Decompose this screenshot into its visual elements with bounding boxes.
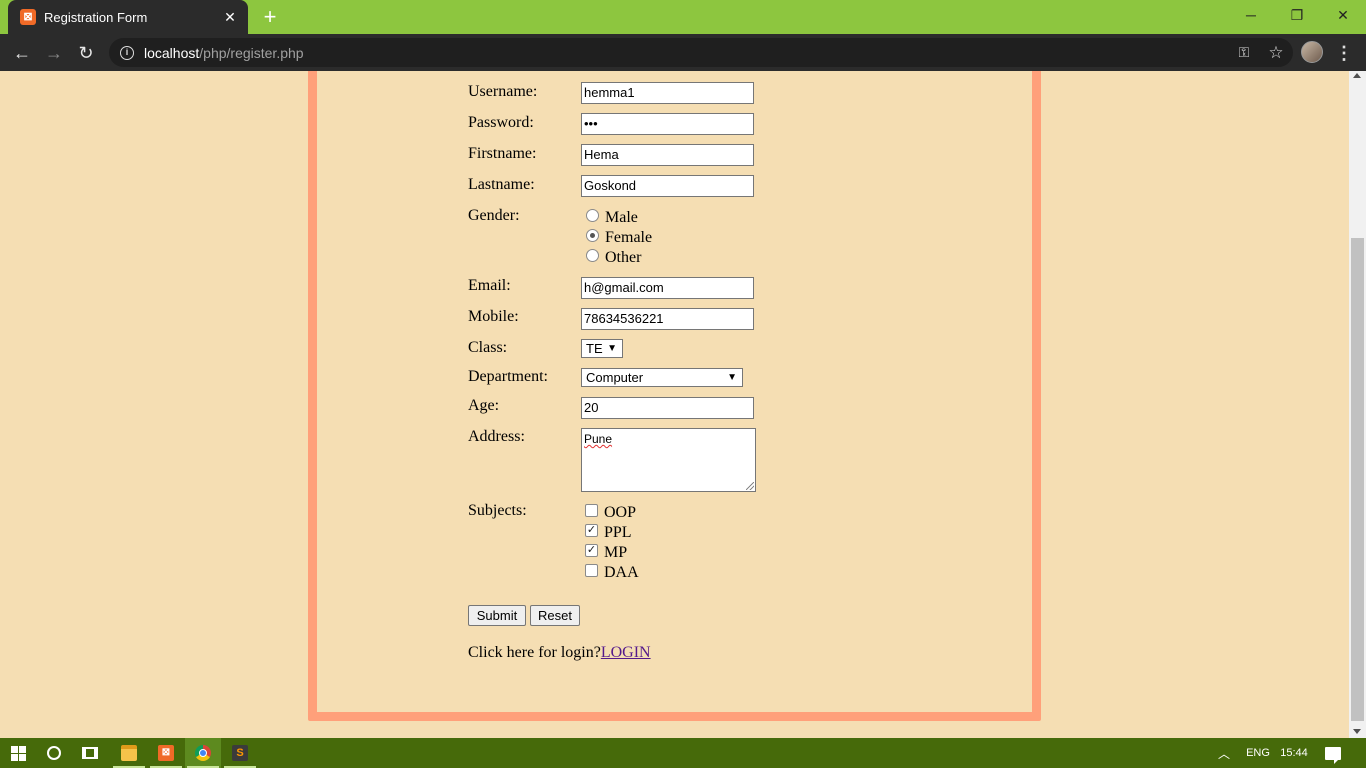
key-icon[interactable]: ⚿ [1229, 44, 1259, 61]
taskbar-clock[interactable]: 15:44 [1278, 738, 1310, 768]
lastname-label: Lastname: [468, 176, 535, 193]
tab-title: Registration Form [44, 9, 148, 25]
department-label: Department: [468, 368, 548, 385]
chrome-icon [195, 745, 211, 761]
form-container [308, 71, 1041, 721]
gender-male-radio[interactable] [586, 209, 599, 222]
browser-tab[interactable]: ⊠ Registration Form ✕ [8, 0, 248, 34]
scrollbar-thumb[interactable] [1351, 238, 1364, 721]
email-label: Email: [468, 277, 511, 294]
firstname-label: Firstname: [468, 145, 537, 162]
gender-label: Gender: [468, 207, 520, 224]
address-bar[interactable]: i localhost/php/register.php ⚿ ☆ [109, 38, 1293, 67]
sublime-text-icon: S [232, 745, 248, 761]
browser-toolbar: ← → ↻ i localhost/php/register.php ⚿ ☆ ⋮ [0, 34, 1366, 71]
gender-male-label: Male [605, 209, 638, 226]
gender-female-label: Female [605, 229, 653, 246]
gender-female-radio[interactable] [586, 229, 599, 242]
page-scrollbar[interactable] [1349, 71, 1366, 738]
address-textarea[interactable]: Pune [581, 428, 756, 492]
window-minimize-button[interactable]: ─ [1228, 0, 1274, 30]
new-tab-button[interactable]: + [256, 3, 284, 31]
window-close-button[interactable]: ✕ [1320, 0, 1366, 30]
login-prompt-text: Click here for login? [468, 644, 601, 661]
sublime-text-taskbar-button[interactable]: S [222, 738, 258, 768]
scroll-down-arrow-icon[interactable] [1353, 729, 1361, 734]
xampp-taskbar-button[interactable]: ⊠ [148, 738, 184, 768]
department-select-value: Computer [586, 370, 644, 385]
site-info-icon[interactable]: i [120, 45, 134, 60]
subject-daa-checkbox[interactable] [585, 564, 598, 577]
login-prompt: Click here for login?LOGIN [468, 644, 651, 662]
url-text[interactable]: localhost/php/register.php [144, 45, 1229, 61]
notification-icon [1325, 746, 1341, 764]
reset-button[interactable]: Reset [530, 605, 580, 626]
window-restore-button[interactable]: ❐ [1274, 0, 1320, 30]
mobile-label: Mobile: [468, 308, 519, 325]
password-input[interactable]: ••• [581, 113, 754, 135]
gender-other-label: Other [605, 249, 642, 266]
chevron-down-icon: ▼ [727, 372, 737, 383]
forward-button[interactable]: → [39, 38, 69, 68]
firstname-input[interactable]: Hema [581, 144, 754, 166]
reload-button[interactable]: ↻ [71, 38, 101, 68]
search-circle-icon [47, 746, 61, 760]
chrome-taskbar-button[interactable] [185, 738, 221, 768]
page-viewport: Username: hemma1 Password: ••• Firstname… [0, 71, 1349, 738]
mobile-input[interactable]: 78634536221 [581, 308, 754, 330]
scroll-up-arrow-icon[interactable] [1353, 73, 1361, 78]
file-explorer-taskbar-button[interactable] [111, 738, 147, 768]
address-label: Address: [468, 428, 525, 445]
action-center-button[interactable] [1318, 738, 1348, 768]
windows-taskbar: ⊠ S ︿ ENG 15:44 [0, 738, 1366, 768]
class-select-value: TE [586, 341, 603, 356]
username-label: Username: [468, 83, 538, 100]
browser-title-bar: ⊠ Registration Form ✕ + ─ ❐ ✕ [0, 0, 1366, 34]
xampp-icon: ⊠ [158, 745, 174, 761]
class-label: Class: [468, 339, 508, 356]
browser-menu-icon[interactable]: ⋮ [1334, 38, 1354, 68]
xampp-favicon-icon: ⊠ [20, 9, 36, 25]
age-label: Age: [468, 397, 500, 414]
username-input[interactable]: hemma1 [581, 82, 754, 104]
start-button[interactable] [0, 738, 36, 768]
task-view-button[interactable] [74, 738, 106, 768]
subject-oop-checkbox[interactable] [585, 504, 598, 517]
email-input[interactable]: h@gmail.com [581, 277, 754, 299]
address-text: Pune [584, 432, 613, 446]
subject-ppl-label: PPL [604, 524, 632, 541]
windows-logo-icon [10, 745, 26, 761]
subject-ppl-checkbox[interactable]: ✓ [585, 524, 598, 537]
login-link[interactable]: LOGIN [601, 644, 651, 661]
language-indicator[interactable]: ENG [1238, 738, 1278, 768]
subject-daa-label: DAA [604, 564, 639, 581]
class-select[interactable]: TE ▼ [581, 339, 623, 358]
department-select[interactable]: Computer ▼ [581, 368, 743, 387]
subject-mp-checkbox[interactable]: ✓ [585, 544, 598, 557]
tab-close-icon[interactable]: ✕ [218, 9, 242, 26]
profile-avatar[interactable] [1301, 41, 1323, 63]
subject-oop-label: OOP [604, 504, 637, 521]
folder-icon [121, 745, 137, 761]
back-button[interactable]: ← [7, 38, 37, 68]
gender-other-radio[interactable] [586, 249, 599, 262]
lastname-input[interactable]: Goskond [581, 175, 754, 197]
url-path: /php/register.php [199, 44, 304, 61]
task-view-icon [82, 747, 98, 759]
subjects-label: Subjects: [468, 502, 527, 519]
url-host: localhost [144, 44, 200, 61]
resize-handle-icon[interactable] [746, 482, 754, 490]
subject-mp-label: MP [604, 544, 628, 561]
tray-chevron-up-icon[interactable]: ︿ [1212, 738, 1236, 768]
chevron-down-icon: ▼ [607, 343, 617, 354]
search-button[interactable] [38, 738, 70, 768]
password-label: Password: [468, 114, 534, 131]
submit-button[interactable]: Submit [468, 605, 526, 626]
bookmark-star-icon[interactable]: ☆ [1259, 43, 1293, 63]
age-input[interactable]: 20 [581, 397, 754, 419]
